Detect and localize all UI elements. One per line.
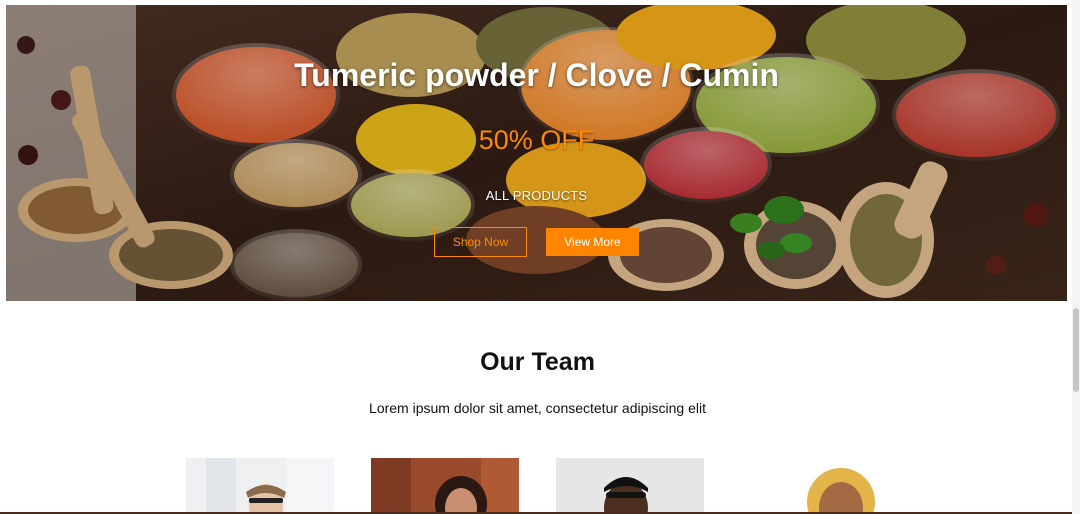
team-member-photo-4 (741, 458, 889, 514)
view-more-button[interactable]: View More (546, 228, 639, 256)
team-member-photo-3 (556, 458, 704, 514)
team-member-photo-1 (186, 458, 334, 514)
hero-title: Tumeric powder / Clove / Cumin (294, 57, 779, 93)
hero-subtitle: ALL PRODUCTS (485, 188, 588, 203)
team-member-photo-2 (371, 458, 519, 514)
shop-now-button[interactable]: Shop Now (434, 227, 527, 257)
scrollbar-thumb[interactable] (1073, 308, 1079, 392)
hero-banner: Tumeric powder / Clove / Cumin 50% OFF A… (6, 5, 1067, 301)
team-section-title: Our Team (480, 348, 595, 376)
page-scrollbar[interactable] (1072, 0, 1080, 514)
team-section-description: Lorem ipsum dolor sit amet, consectetur … (369, 400, 706, 416)
hero-discount-text: 50% OFF (478, 125, 595, 155)
